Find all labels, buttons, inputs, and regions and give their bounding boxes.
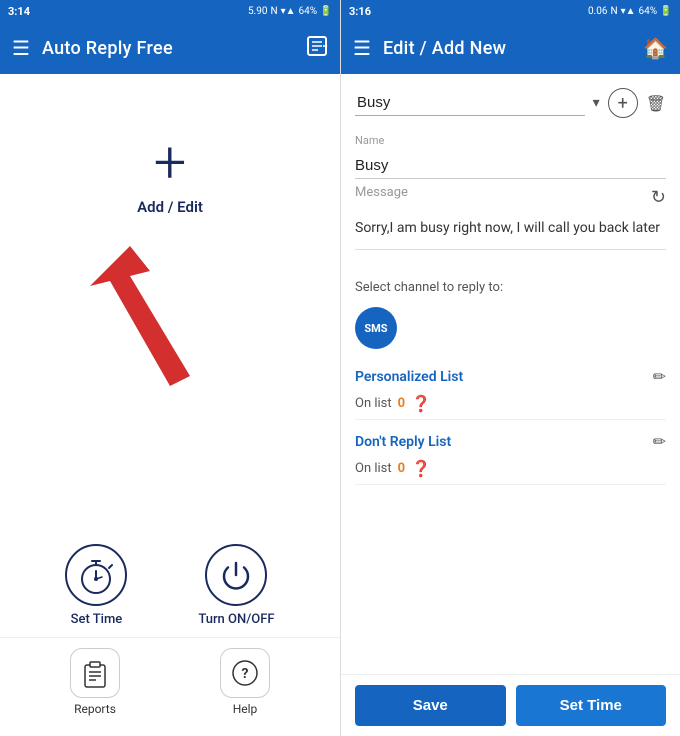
set-time-button[interactable]: Set Time <box>65 544 127 627</box>
arrow-container <box>70 226 270 406</box>
turn-onoff-button[interactable]: Turn ON/OFF <box>198 544 274 627</box>
right-hamburger-icon[interactable]: ☰ <box>353 38 371 58</box>
add-new-icon-button[interactable]: + <box>608 88 638 118</box>
left-battery-icon: 64% 🔋 <box>299 6 333 17</box>
message-text: Sorry,I am busy right now, I will call y… <box>355 214 666 250</box>
personalized-list-header: Personalized List ✏ <box>355 367 666 386</box>
left-network-icon: N <box>270 6 277 17</box>
message-label: Message <box>355 185 645 200</box>
right-battery-icon: 64% 🔋 <box>639 6 673 17</box>
left-time: 3:14 <box>8 5 30 18</box>
dropdown-chevron-icon: ▾ <box>593 95 600 111</box>
left-status-bar: 3:14 5.90 N ▾▲ 64% 🔋 <box>0 0 340 22</box>
dont-reply-list-on-list-row: On list 0 ❓ <box>355 457 666 485</box>
personalized-list-title: Personalized List <box>355 369 463 385</box>
turn-onoff-icon <box>205 544 267 606</box>
reports-label: Reports <box>74 702 116 716</box>
delete-icon[interactable]: 🗑 <box>646 94 666 113</box>
busy-dropdown-row: Busy ▾ + 🗑 <box>355 84 666 122</box>
personalized-list-help-icon[interactable]: ❓ <box>411 394 431 413</box>
right-network-icon: N <box>610 6 617 17</box>
left-wifi-icon: ▾▲ <box>281 6 296 17</box>
left-app-title: Auto Reply Free <box>42 38 294 59</box>
reports-button[interactable]: Reports <box>70 648 120 716</box>
help-icon-box: ? <box>220 648 270 698</box>
set-time-label: Set Time <box>71 612 123 627</box>
turn-onoff-label: Turn ON/OFF <box>198 612 274 627</box>
name-field-label: Name <box>355 134 666 147</box>
svg-text:?: ? <box>242 666 249 682</box>
add-edit-plus-icon: + <box>154 134 187 192</box>
set-time-icon <box>65 544 127 606</box>
message-row: Message ↻ <box>355 185 666 208</box>
left-status-icons: 5.90 N ▾▲ 64% 🔋 <box>248 6 332 17</box>
left-bottom-grid: Set Time Turn ON/OFF <box>0 524 340 637</box>
left-app-bar: ☰ Auto Reply Free <box>0 22 340 74</box>
personalized-list-on-list-row: On list 0 ❓ <box>355 392 666 420</box>
right-wifi-icon: ▾▲ <box>621 6 636 17</box>
dont-reply-list-title: Don't Reply List <box>355 434 451 450</box>
personalized-list-on-list-label: On list <box>355 396 392 411</box>
dont-reply-list-edit-icon[interactable]: ✏ <box>653 432 666 451</box>
right-status-bar: 3:16 0.06 N ▾▲ 64% 🔋 <box>341 0 680 22</box>
dont-reply-list-header: Don't Reply List ✏ <box>355 432 666 451</box>
reports-icon-box <box>70 648 120 698</box>
add-edit-label: Add / Edit <box>137 198 203 216</box>
dont-reply-on-list-label: On list <box>355 461 392 476</box>
right-app-title: Edit / Add New <box>383 38 631 59</box>
right-panel: 3:16 0.06 N ▾▲ 64% 🔋 ☰ Edit / Add New 🏠 … <box>340 0 680 736</box>
dont-reply-list-help-icon[interactable]: ❓ <box>411 459 431 478</box>
sms-badge[interactable]: SMS <box>355 307 397 349</box>
refresh-icon[interactable]: ↻ <box>651 187 666 208</box>
red-arrow-svg <box>70 226 270 406</box>
left-signal-icon: 5.90 <box>248 6 268 17</box>
right-time: 3:16 <box>349 5 371 18</box>
personalized-list-edit-icon[interactable]: ✏ <box>653 367 666 386</box>
left-content: + Add / Edit <box>0 74 340 524</box>
right-set-time-button[interactable]: Set Time <box>516 685 667 726</box>
help-button[interactable]: ? Help <box>220 648 270 716</box>
left-hamburger-icon[interactable]: ☰ <box>12 38 30 58</box>
right-signal-icon: 0.06 <box>588 6 608 17</box>
right-status-icons: 0.06 N ▾▲ 64% 🔋 <box>588 6 672 17</box>
dont-reply-list-count: 0 <box>398 461 405 476</box>
left-panel: 3:14 5.90 N ▾▲ 64% 🔋 ☰ Auto Reply Free + <box>0 0 340 736</box>
help-label: Help <box>233 702 258 716</box>
right-footer: Save Set Time <box>341 674 680 736</box>
add-edit-button[interactable]: + Add / Edit <box>137 134 203 216</box>
personalized-list-count: 0 <box>398 396 405 411</box>
right-app-bar: ☰ Edit / Add New 🏠 <box>341 22 680 74</box>
left-person-icon[interactable] <box>306 35 328 62</box>
name-input[interactable] <box>355 153 666 179</box>
channel-label: Select channel to reply to: <box>355 280 666 295</box>
right-home-icon[interactable]: 🏠 <box>643 36 668 60</box>
save-button[interactable]: Save <box>355 685 506 726</box>
left-footer: Reports ? Help <box>0 637 340 736</box>
right-content: Busy ▾ + 🗑 Name Message ↻ Sorry,I am bus… <box>341 74 680 674</box>
sms-badge-label: SMS <box>364 322 387 335</box>
busy-dropdown[interactable]: Busy <box>355 90 585 116</box>
